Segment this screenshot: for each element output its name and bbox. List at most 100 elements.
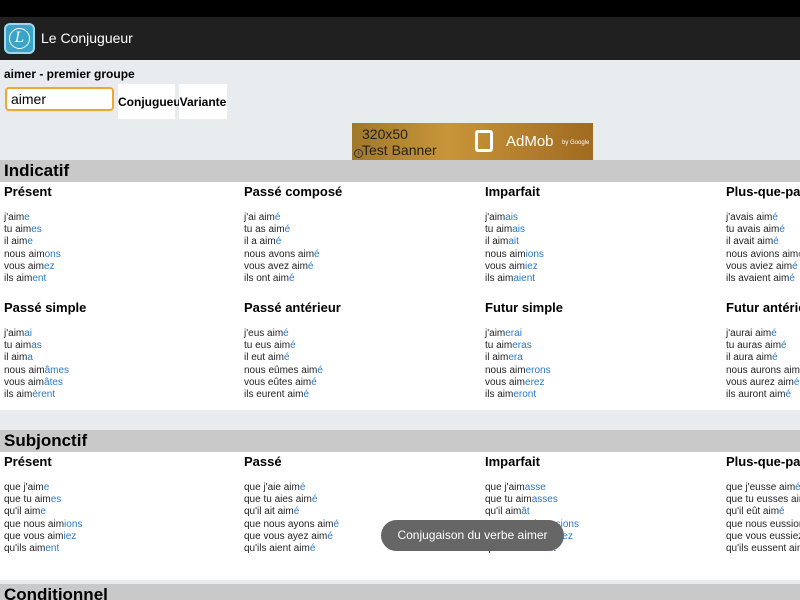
form-ending: é	[274, 212, 281, 223]
form-ending: é	[795, 482, 800, 493]
conjugation-form: qu'ils aiment	[4, 543, 244, 555]
conjugation-form: tu aimas	[4, 340, 244, 352]
form-stem: j'avais aim	[726, 212, 773, 223]
form-ending: ait	[508, 236, 519, 248]
form-ending: é	[284, 352, 290, 364]
form-stem: vous aim	[485, 260, 526, 272]
form-ending: ât	[521, 506, 530, 518]
form-stem: vous aim	[485, 376, 526, 388]
form-stem: qu'il aim	[4, 506, 41, 518]
conjugate-button[interactable]: Conjugueur	[118, 84, 185, 119]
ad-info-icon[interactable]: i	[354, 149, 363, 158]
conjugation-form: vous aimez	[4, 261, 244, 273]
form-stem: tu aim	[485, 224, 513, 236]
form-stem: ils eurent aim	[244, 389, 304, 401]
form-ending: é	[311, 376, 317, 388]
verb-input[interactable]	[5, 87, 114, 111]
form-stem: qu'ils aim	[4, 543, 46, 555]
conjugation-list: j'aimais tu aimais il aimait nous aimions vo…	[485, 212, 725, 285]
form-stem: tu aim	[4, 224, 32, 236]
conjugation-form: tu aimeras	[485, 340, 725, 352]
form-ending: é	[275, 236, 282, 248]
conjugation-form: vous eûtes aimé	[244, 377, 484, 389]
form-ending: e	[24, 212, 30, 223]
conjugation-list: j'aime tu aimes il aime nous aimons vous aim…	[4, 212, 244, 285]
conjugation-form: nous eûmes aimé	[244, 365, 484, 377]
form-ending: é	[771, 328, 777, 339]
conjugation-form: j'eus aimé	[244, 328, 484, 340]
section-header: Indicatif	[0, 160, 800, 182]
section-conditionnel: Conditionnel	[0, 584, 800, 600]
form-ending: eras	[512, 340, 532, 352]
form-ending: e	[27, 236, 33, 248]
form-ending: es	[31, 224, 42, 236]
form-ending: ent	[32, 273, 47, 285]
conjugation-list: j'eus aimé tu eus aimé il eut aimé nous eûm…	[244, 328, 484, 401]
form-stem: il aim	[4, 236, 28, 248]
tense-title: Imparfait	[485, 184, 540, 199]
form-ending: âtes	[44, 376, 63, 388]
form-ending: é	[333, 518, 340, 530]
form-ending: ions	[525, 248, 544, 260]
conjugation-form: j'aimerai	[485, 328, 725, 340]
form-stem: qu'ils aient aim	[244, 543, 310, 555]
form-stem: ils aim	[485, 389, 514, 401]
conjugation-form: j'aimais	[485, 212, 725, 224]
form-stem: il eut aim	[244, 352, 285, 364]
tense-title: Futur simple	[485, 300, 564, 315]
form-ending: ais	[512, 224, 526, 236]
conjugation-form: tu aimes	[4, 224, 244, 236]
form-stem: tu as aim	[244, 224, 285, 236]
conjugation-form: que j'aie aimé	[244, 482, 484, 494]
tense-block: Passé simple j'aimai tu aimas il aima nous a…	[4, 300, 244, 401]
form-stem: tu avais aim	[726, 224, 780, 236]
form-stem: que j'aim	[485, 482, 525, 493]
conjugation-form: vous aviez aimé	[726, 261, 800, 273]
form-ending: erons	[525, 364, 551, 376]
conjugation-form: que tu eusses aimé	[726, 494, 800, 506]
conjugation-form: que nous aimions	[4, 519, 244, 531]
ad-brand: AdMob	[506, 133, 554, 150]
conjugation-form: que vous eussiez aimé	[726, 531, 800, 543]
form-stem: ils aim	[4, 389, 33, 401]
tense-block: Futur simple j'aimerai tu aimeras il aimera…	[485, 300, 725, 401]
form-stem: nous avions aim	[726, 248, 799, 260]
app-logo-icon[interactable]: L	[4, 23, 35, 54]
conjugation-form: que tu aimasses	[485, 494, 725, 506]
form-ending: é	[792, 260, 798, 272]
conjugation-form: ils ont aimé	[244, 273, 484, 285]
form-ending: e	[43, 482, 50, 493]
tense-title: Plus-que-parfait	[726, 454, 800, 469]
conjugation-form: nous aimerons	[485, 365, 725, 377]
form-stem: que j'aim	[4, 482, 44, 493]
conjugation-form: que tu aimes	[4, 494, 244, 506]
form-stem: ils aim	[4, 273, 33, 285]
conjugation-form: qu'il aime	[4, 506, 244, 518]
form-stem: nous avons aim	[244, 248, 315, 260]
ad-banner[interactable]: 320x50 Test Banner AdMob by Google i	[352, 123, 593, 160]
tense-block: Futur antérieurj'aurai aimétu auras aimé…	[726, 300, 800, 401]
conjugation-form: ils avaient aimé	[726, 273, 800, 285]
conjugation-form: que tu aies aimé	[244, 494, 484, 506]
form-ending: é	[307, 260, 314, 272]
conjugation-list: que j'aime que tu aimes qu'il aime que nous…	[4, 482, 244, 555]
variant-button[interactable]: Variante	[179, 84, 227, 119]
conjugation-form: qu'il aimât	[485, 506, 725, 518]
conjugation-form: vous aimiez	[485, 261, 725, 273]
form-ending: era	[508, 352, 523, 364]
conjugation-form: il aime	[4, 236, 244, 248]
form-stem: que j'eusse aim	[726, 482, 796, 493]
form-ending: ent	[45, 543, 60, 555]
form-ending: èrent	[32, 389, 56, 401]
conjugation-form: nous avons aimé	[244, 249, 484, 261]
form-ending: iez	[525, 260, 538, 272]
conjugation-form: tu eus aimé	[244, 340, 484, 352]
form-stem: qu'ils eussent aim	[726, 543, 800, 555]
form-stem: j'ai aim	[244, 212, 275, 223]
form-stem: nous aurons aim	[726, 364, 800, 376]
conjugation-form: tu auras aimé	[726, 340, 800, 352]
form-ending: é	[785, 389, 792, 401]
form-stem: que nous ayons aim	[244, 518, 334, 530]
tense-title: Passé composé	[244, 184, 343, 199]
main-content[interactable]: aimer - premier groupe Conjugueur Varian…	[0, 60, 800, 600]
